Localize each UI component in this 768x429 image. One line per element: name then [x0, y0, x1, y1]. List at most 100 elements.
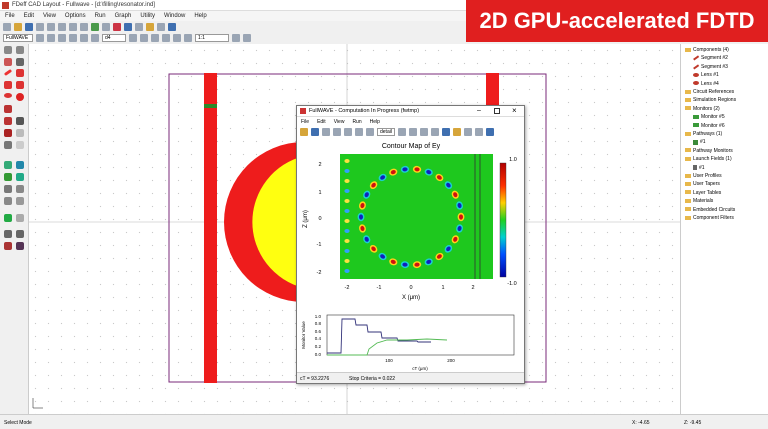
outline-icon[interactable]: [16, 129, 24, 137]
zoom-fit-icon[interactable]: [173, 34, 181, 42]
analysis-icon[interactable]: [4, 197, 12, 205]
pan-tool-icon[interactable]: [16, 58, 24, 66]
dialog-menu-view[interactable]: View: [334, 119, 345, 125]
paste-icon[interactable]: [80, 22, 88, 31]
dialog-menu-edit[interactable]: Edit: [317, 119, 326, 125]
dialog-pan-icon[interactable]: [344, 127, 352, 136]
dialog-zoom-icon[interactable]: [333, 127, 341, 136]
zoom-window-icon[interactable]: [184, 34, 192, 42]
arc-icon[interactable]: [4, 81, 12, 89]
menu-view[interactable]: View: [43, 13, 56, 19]
tree-item[interactable]: #1: [681, 164, 768, 172]
symbol-icon[interactable]: [16, 197, 24, 205]
refresh-icon[interactable]: [232, 34, 240, 42]
tree-item[interactable]: Segment #3: [681, 63, 768, 71]
block-icon[interactable]: [4, 117, 12, 125]
circle-tool-icon[interactable]: [16, 93, 24, 101]
3d-icon[interactable]: [80, 34, 88, 42]
dialog-help-icon[interactable]: [486, 127, 494, 136]
zoom-tool-icon[interactable]: [16, 46, 24, 54]
simulate-icon[interactable]: [113, 22, 121, 31]
dialog-stop-icon[interactable]: [475, 127, 483, 136]
array-icon[interactable]: [4, 141, 12, 149]
x-icon[interactable]: [58, 34, 66, 42]
undo-icon[interactable]: [36, 22, 44, 31]
tree-item[interactable]: Simulation Regions: [681, 96, 768, 104]
zoom-out-icon[interactable]: [162, 34, 170, 42]
tree-item[interactable]: Embedded Circuits: [681, 206, 768, 214]
dialog-print-icon[interactable]: [322, 127, 330, 136]
tree-item[interactable]: User Tapers: [681, 180, 768, 188]
redo-icon[interactable]: [47, 22, 55, 31]
dialog-ex-icon[interactable]: [398, 127, 406, 136]
field-icon[interactable]: [16, 173, 24, 181]
line-segment-icon[interactable]: [3, 68, 13, 77]
symbols-icon[interactable]: [91, 22, 99, 31]
bend-icon[interactable]: [16, 69, 24, 77]
dialog-hx-icon[interactable]: [431, 127, 439, 136]
rsoft-icon[interactable]: [4, 242, 12, 250]
edit-value-field[interactable]: d4: [102, 34, 126, 42]
measure-tool-icon[interactable]: [16, 185, 24, 193]
dialog-ey-icon[interactable]: [409, 127, 417, 136]
region-icon[interactable]: [16, 117, 24, 125]
tree-item[interactable]: Segment #2: [681, 54, 768, 62]
lens-tool-icon[interactable]: [4, 93, 12, 98]
curve-icon[interactable]: [16, 81, 24, 89]
dialog-open-icon[interactable]: [300, 127, 308, 136]
tree-item[interactable]: Component Filters: [681, 214, 768, 222]
menu-graph[interactable]: Graph: [115, 13, 132, 19]
zoom-in-icon[interactable]: [151, 34, 159, 42]
scan-icon[interactable]: [4, 214, 12, 222]
grid-icon[interactable]: [157, 22, 165, 31]
pathway-tool-icon[interactable]: [4, 173, 12, 181]
dialog-detail-select[interactable]: detail: [377, 127, 395, 136]
dialog-fit-icon[interactable]: [355, 127, 363, 136]
settings-icon[interactable]: [102, 22, 110, 31]
view-icon[interactable]: [135, 22, 143, 31]
maximize-icon[interactable]: [494, 108, 500, 114]
probe-icon[interactable]: [4, 185, 12, 193]
tree-item[interactable]: Lens #4: [681, 80, 768, 88]
menu-run[interactable]: Run: [95, 13, 106, 19]
tree-item[interactable]: Pathways (1): [681, 130, 768, 138]
waveguide-left[interactable]: [204, 73, 217, 383]
tree-item[interactable]: Materials: [681, 197, 768, 205]
minimize-icon[interactable]: –: [477, 107, 481, 114]
menu-window[interactable]: Window: [164, 13, 185, 19]
dialog-grid-icon[interactable]: [366, 127, 374, 136]
help-icon[interactable]: [168, 22, 176, 31]
launch-tool-icon[interactable]: [16, 161, 24, 169]
menu-file[interactable]: File: [5, 13, 15, 19]
move-icon[interactable]: [47, 34, 55, 42]
tree-item[interactable]: Circuit References: [681, 88, 768, 96]
save-icon[interactable]: [25, 22, 33, 31]
zoom-select[interactable]: 1:1: [195, 34, 229, 42]
tree-item[interactable]: Monitor #6: [681, 122, 768, 130]
pointer-tool-icon[interactable]: [4, 46, 12, 54]
open-folder-icon[interactable]: [14, 22, 22, 31]
z-icon[interactable]: [69, 34, 77, 42]
tree-item[interactable]: Monitor #5: [681, 113, 768, 121]
dialog-save-icon[interactable]: [311, 127, 319, 136]
tree-item[interactable]: Components (4): [681, 46, 768, 54]
hierarchy-icon[interactable]: [16, 230, 24, 238]
grid-toggle-icon[interactable]: [243, 34, 251, 42]
close-icon[interactable]: ×: [512, 106, 517, 115]
polygon-icon[interactable]: [4, 129, 12, 137]
tree-item[interactable]: Launch Fields (1): [681, 155, 768, 163]
layer-icon[interactable]: [16, 214, 24, 222]
tree-item[interactable]: User Profiles: [681, 172, 768, 180]
dialog-ez-icon[interactable]: [420, 127, 428, 136]
dialog-menu-file[interactable]: File: [301, 119, 309, 125]
dialog-monitor-icon[interactable]: [453, 127, 461, 136]
dialog-refresh-icon[interactable]: [442, 127, 450, 136]
tree-item[interactable]: #1: [681, 138, 768, 146]
pointer-icon[interactable]: [36, 34, 44, 42]
menu-options[interactable]: Options: [65, 13, 86, 19]
display-icon[interactable]: [146, 22, 154, 31]
tree-item[interactable]: Layer Tables: [681, 189, 768, 197]
monitor-marker[interactable]: [204, 104, 217, 108]
dialog-menu-help[interactable]: Help: [370, 119, 380, 125]
menu-edit[interactable]: Edit: [24, 13, 34, 19]
